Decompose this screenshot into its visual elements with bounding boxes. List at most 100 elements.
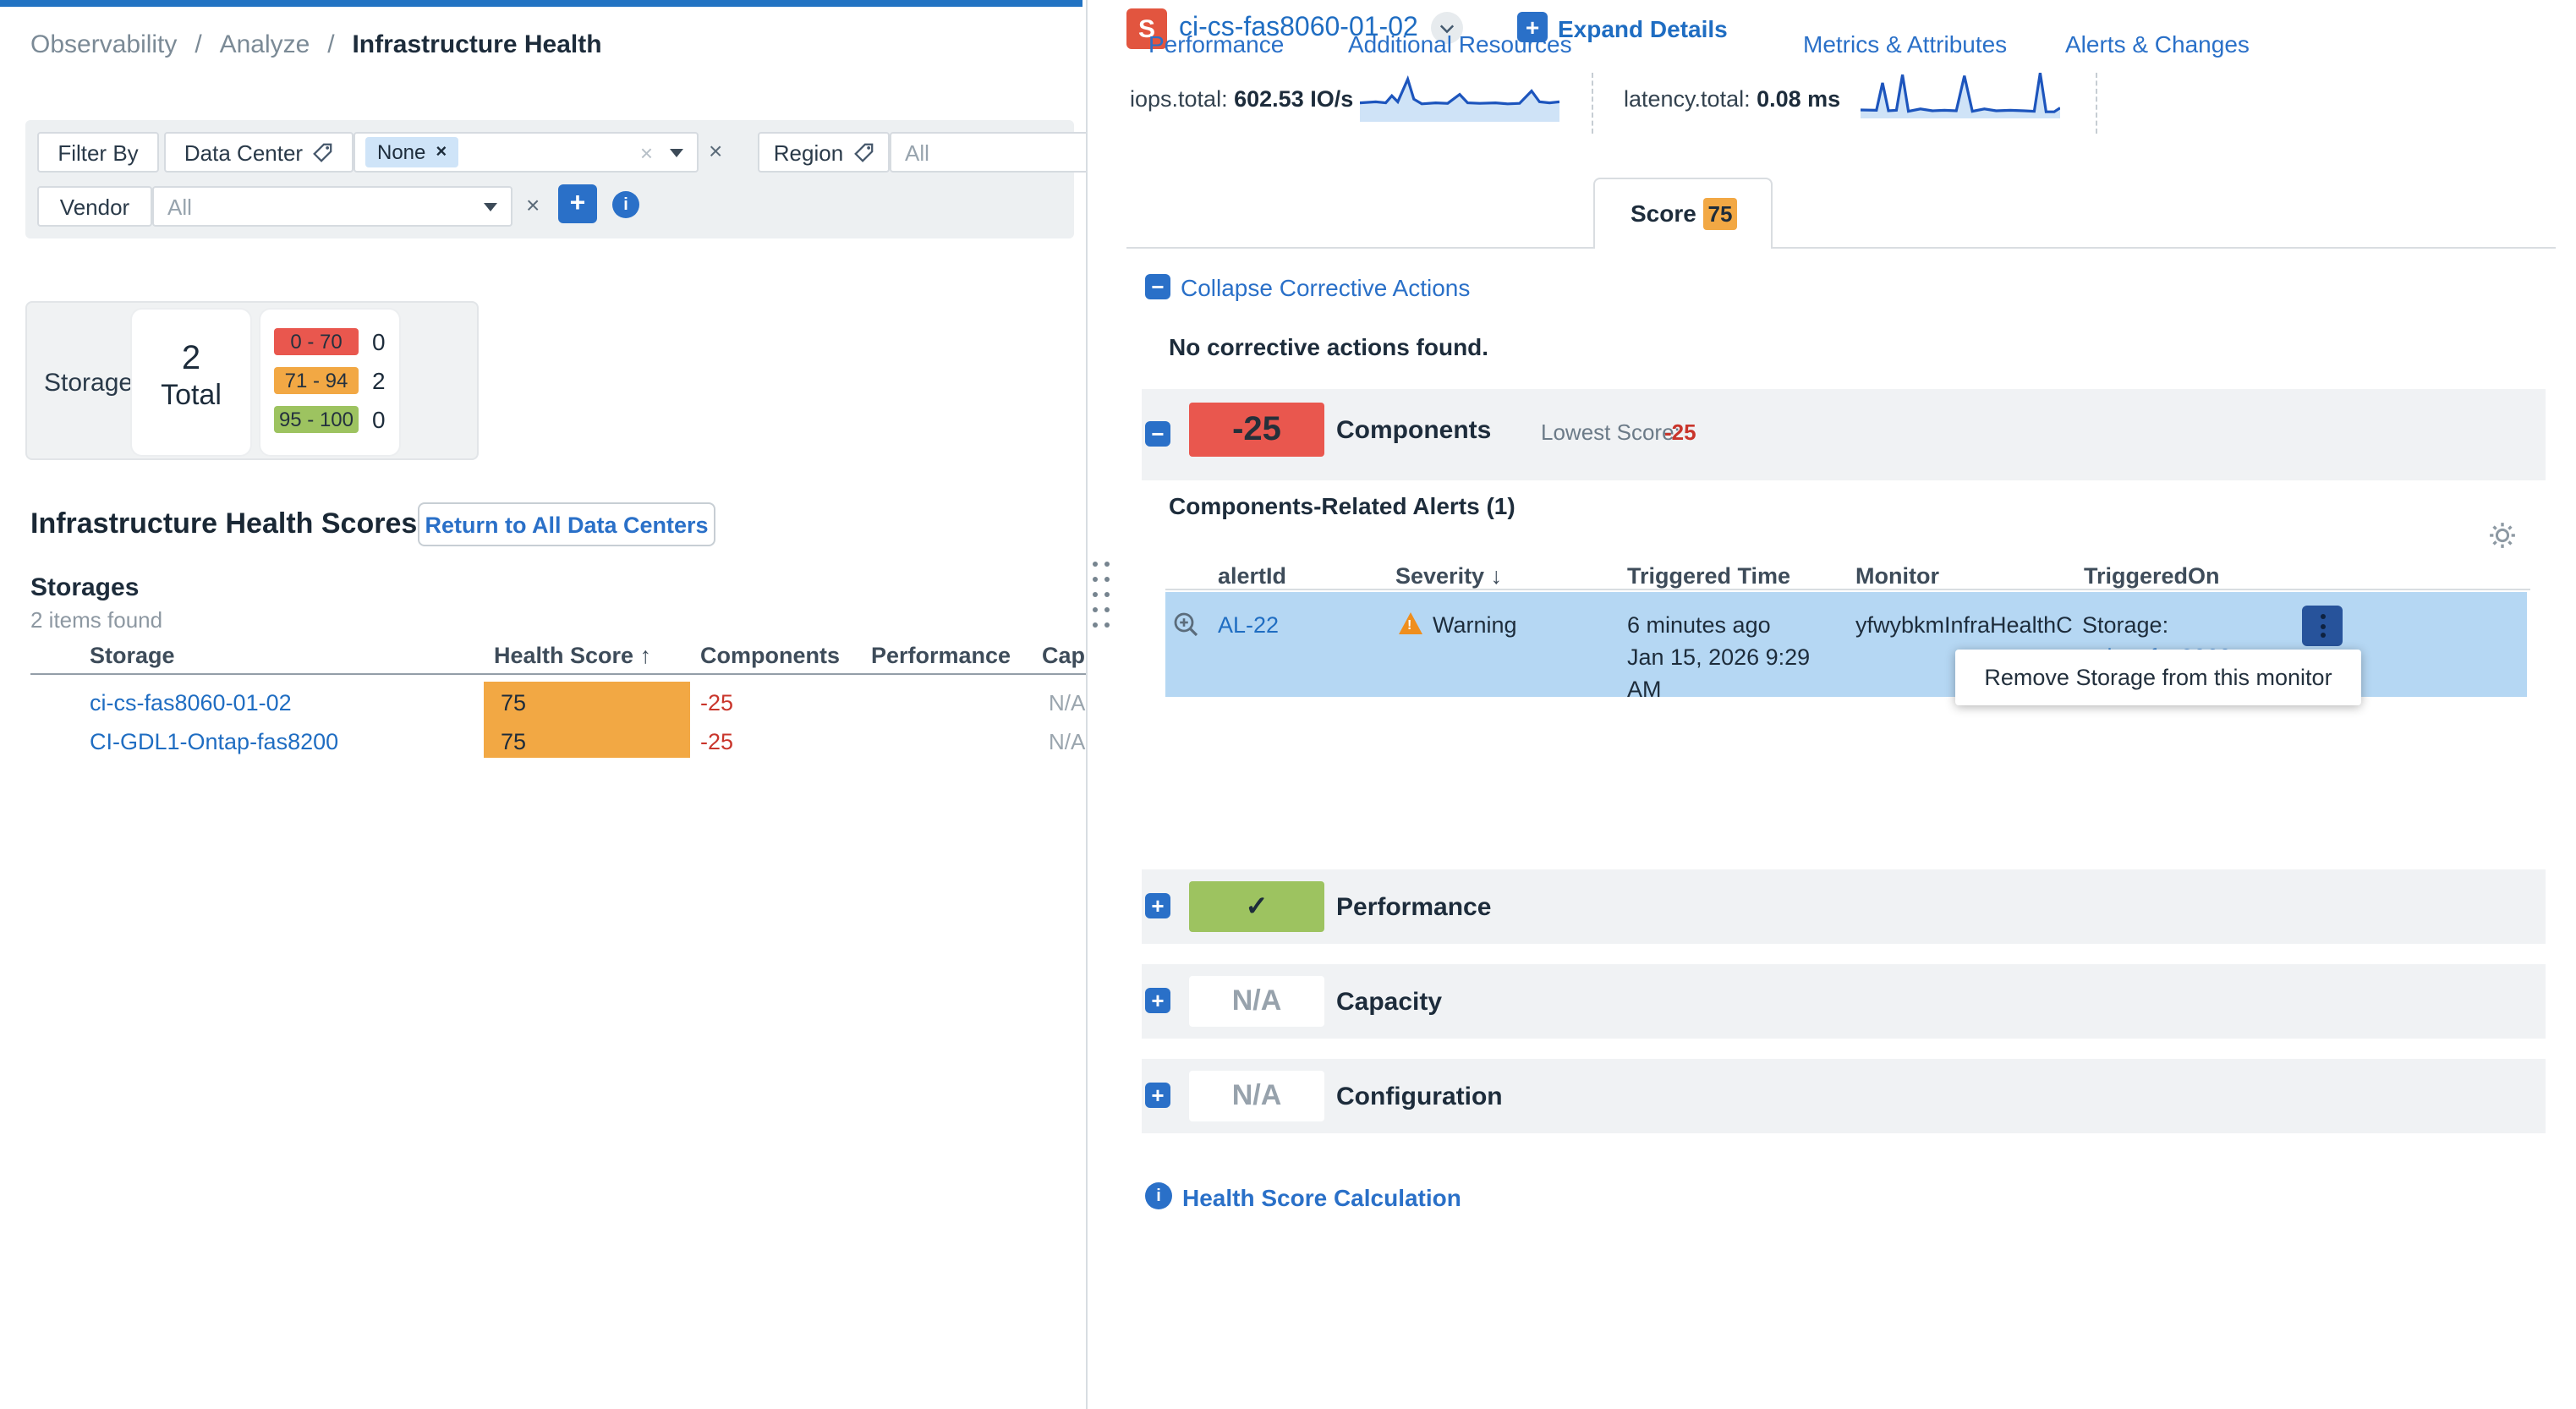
remove-vendor-filter-icon[interactable]: × [526,191,540,218]
zoom-in-icon[interactable] [1172,611,1201,639]
summary-total-value: 2 [132,340,250,379]
alert-col-triggered-time[interactable]: Triggered Time [1627,563,1790,589]
row-actions-kebab-button[interactable] [2302,606,2343,646]
select-clear-icon[interactable]: × [640,140,653,165]
info-icon: i [1145,1182,1172,1209]
components-collapse-icon[interactable]: − [1145,421,1170,447]
configuration-section-title: Configuration [1336,1083,1503,1111]
chevron-down-icon[interactable] [670,148,683,156]
return-to-all-data-centers-button[interactable]: Return to All Data Centers [418,502,715,546]
storage-link[interactable]: ci-cs-fas8060-01-02 [90,690,292,715]
breadcrumb-separator: / [195,30,201,59]
table-row[interactable]: ci-cs-fas8060-01-02 75 -25 N/A [0,682,1088,719]
capacity-cell: N/A [1049,729,1085,754]
alert-table-header-divider [1165,589,2530,590]
data-center-select[interactable]: None × × [354,132,699,173]
vendor-value: All [167,194,192,219]
tab-score-badge: 75 [1703,198,1737,230]
chip-close-icon[interactable]: × [436,142,447,162]
region-text: Region [774,140,843,165]
tab-additional-resources[interactable]: Additional Resources [1348,30,1572,58]
alert-col-monitor[interactable]: Monitor [1855,563,1939,589]
health-score-cell: 75 [501,729,526,754]
sort-desc-icon[interactable]: ↓ [1491,563,1503,589]
lowest-score-value: -25 [1664,419,1696,445]
tab-metrics-attributes[interactable]: Metrics & Attributes [1803,30,2007,58]
region-select[interactable]: All [890,132,1088,173]
filter-info-icon[interactable]: i [612,191,639,218]
alert-col-triggeredon[interactable]: TriggeredOn [2084,563,2220,589]
range-count-red: 0 [372,328,386,355]
alert-time-line2: Jan 15, 2026 9:29 [1627,644,1810,670]
health-score-calculation-link[interactable]: Health Score Calculation [1182,1184,1461,1211]
breadcrumb-analyze[interactable]: Analyze [220,30,310,59]
col-performance[interactable]: Performance [871,643,1011,668]
lowest-score-label: Lowest Score: [1541,419,1680,445]
chevron-down-icon[interactable] [484,202,497,211]
context-menu-item-remove-storage[interactable]: Remove Storage from this monitor [1984,665,2332,690]
alert-col-severity[interactable]: Severity ↓ [1395,563,1502,589]
components-cell: -25 [700,729,733,754]
filter-by-text: Filter By [58,140,138,165]
components-cell: -25 [700,690,733,715]
configuration-expand-icon[interactable]: + [1145,1083,1170,1108]
add-filter-button[interactable]: + [558,184,597,223]
col-health-score[interactable]: Health Score ↑ [494,643,651,668]
col-components[interactable]: Components [700,643,840,668]
region-filter-label: Region [758,132,890,173]
summary-ranges-card: 0 - 70 0 71 - 94 2 95 - 100 0 [260,310,399,455]
breadcrumb-observability[interactable]: Observability [30,30,177,59]
summary-total-label: Total [132,379,250,413]
tab-score-active[interactable]: Score 75 [1593,178,1773,249]
performance-expand-icon[interactable]: + [1145,893,1170,918]
warning-icon: ! [1399,612,1422,634]
context-menu: Remove Storage from this monitor [1955,650,2361,705]
col-storage[interactable]: Storage [90,643,175,668]
gear-icon[interactable] [2488,521,2517,550]
configuration-status-box: N/A [1189,1071,1324,1121]
tab-score-label: Score [1631,200,1696,227]
range-pill-green[interactable]: 95 - 100 [274,406,359,433]
data-center-text: Data Center [184,140,303,165]
metric-value: 0.08 ms [1757,86,1840,112]
data-center-filter-label: Data Center [164,132,354,173]
panel-splitter-handle[interactable] [1091,558,1111,633]
components-section-title: Components [1336,416,1491,445]
collapse-corrective-actions-link[interactable]: Collapse Corrective Actions [1181,274,1470,301]
capacity-cell: N/A [1049,690,1085,715]
storage-link[interactable]: CI-GDL1-Ontap-fas8200 [90,729,338,754]
metric-separator [1592,73,1593,134]
range-pill-red[interactable]: 0 - 70 [274,328,359,355]
capacity-status-box: N/A [1189,976,1324,1027]
data-center-chip[interactable]: None × [365,137,458,167]
expand-details-link[interactable]: Expand Details [1558,15,1728,42]
vendor-select[interactable]: All [152,186,512,227]
summary-total-card[interactable]: 2 Total [132,310,250,455]
table-row[interactable]: CI-GDL1-Ontap-fas8200 75 -25 N/A [0,721,1088,758]
storages-section-title: Storages [30,573,139,602]
collapse-corrective-actions-icon[interactable]: − [1145,274,1170,299]
metric-name: latency.total: [1624,86,1751,112]
components-score-box: -25 [1189,403,1324,457]
tab-performance[interactable]: Performance [1148,30,1284,58]
metric-value: 602.53 IO/s [1234,86,1353,112]
alert-col-alertid[interactable]: alertId [1218,563,1286,589]
sort-asc-icon[interactable]: ↑ [640,643,652,668]
remove-data-center-filter-icon[interactable]: × [709,137,722,164]
alert-severity-cell: Warning [1433,612,1517,638]
range-count-green: 0 [372,406,386,433]
col-health-score-label: Health Score [494,643,633,668]
table-header-divider [30,673,1088,675]
chip-label: None [377,140,425,164]
alert-col-severity-label: Severity [1395,563,1484,589]
range-pill-orange[interactable]: 71 - 94 [274,367,359,394]
alert-time-line3: AM [1627,677,1662,702]
capacity-expand-icon[interactable]: + [1145,988,1170,1013]
col-capacity[interactable]: Cap [1042,643,1085,668]
alert-id-link[interactable]: AL-22 [1218,612,1279,638]
no-corrective-actions-message: No corrective actions found. [1169,333,1488,360]
tab-alerts-changes[interactable]: Alerts & Changes [2065,30,2250,58]
iops-metric-label: iops.total: 602.53 IO/s [1130,86,1353,112]
region-value: All [905,140,929,165]
tag-icon [852,141,874,163]
